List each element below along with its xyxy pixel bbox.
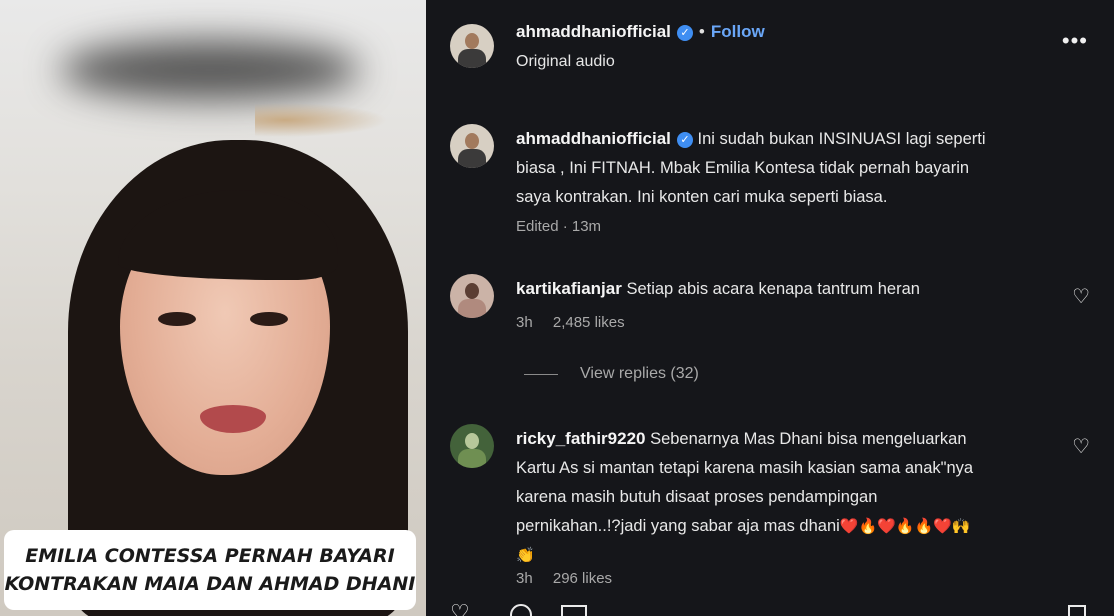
video-caption: EMILIA CONTESSA PERNAH BAYARI KONTRAKAN … (4, 530, 416, 610)
view-replies-label[interactable]: View replies (32) (580, 365, 699, 383)
verified-badge-icon: ✓ (676, 25, 693, 41)
comment-meta: 3h 2,485 likes (516, 314, 625, 331)
heart-action-icon[interactable]: ♡ (450, 600, 470, 616)
comment-text-line-4: pernikahan..!?jadi yang sabar aja mas dh… (516, 517, 840, 535)
comment-time: 3h (516, 570, 533, 587)
comment-username[interactable]: ricky_fathir9220 (516, 429, 645, 448)
save-action-icon[interactable] (1066, 604, 1088, 616)
comment-kartikafianjar: kartikafianjar Setiap abis acara kenapa … (516, 274, 1036, 304)
separator-dot: • (698, 22, 705, 41)
background-wall (255, 100, 405, 140)
comment-text-line-1: Ini sudah bukan INSINUASI lagi seperti (697, 130, 986, 148)
video-player[interactable]: EMILIA CONTESSA PERNAH BAYARI KONTRAKAN … (0, 0, 426, 616)
comment-caption: ahmaddhaniofficial ✓ Ini sudah bukan INSI… (516, 124, 1076, 212)
comment-likes[interactable]: 2,485 likes (553, 314, 625, 331)
comment-username[interactable]: ahmaddhaniofficial (516, 129, 671, 148)
author-username[interactable]: ahmaddhaniofficial (516, 22, 671, 41)
comment-text-line-3: karena masih butuh disaat proses pendamp… (516, 488, 878, 506)
comment-meta: 3h 296 likes (516, 570, 612, 587)
person-eye-right (250, 312, 288, 326)
comment-avatar-author[interactable] (450, 124, 494, 168)
like-heart-icon[interactable]: ♡ (1072, 284, 1090, 309)
comment-avatar-ricky[interactable] (450, 424, 494, 468)
audio-label[interactable]: Original audio (516, 53, 615, 71)
replies-divider (524, 373, 558, 375)
follow-button[interactable]: Follow (711, 22, 765, 41)
caption-line-2: KONTRAKAN MAIA DAN AHMAD DHANI (4, 573, 416, 595)
more-options-icon[interactable]: ••• (1062, 28, 1088, 54)
comment-likes[interactable]: 296 likes (553, 570, 612, 587)
comments-panel: ahmaddhaniofficial ✓ • Follow Original audi… (426, 0, 1114, 616)
caption-line-1: EMILIA CONTESSA PERNAH BAYARI (25, 545, 395, 567)
comment-time: 3h (516, 314, 533, 331)
author-avatar[interactable] (450, 24, 494, 68)
comment-text-line-2: Kartu As si mantan tetapi karena masih k… (516, 459, 974, 477)
post-header: ahmaddhaniofficial ✓ • Follow (516, 22, 765, 42)
comment-text: Setiap abis acara kenapa tantrum heran (626, 280, 920, 298)
comment-avatar-kartikafianjar[interactable] (450, 274, 494, 318)
comment-username[interactable]: kartikafianjar (516, 279, 622, 298)
comment-ricky-fathir9220: ricky_fathir9220 Sebenarnya Mas Dhani bi… (516, 424, 1076, 570)
comment-emoji-line-2: 👏 (516, 546, 535, 564)
blurred-area (60, 40, 360, 100)
verified-badge-icon: ✓ (676, 132, 693, 148)
comment-meta: Edited · 13m (516, 218, 602, 235)
share-action-icon[interactable] (560, 604, 588, 616)
view-replies-link[interactable]: View replies (32) (524, 365, 699, 383)
comment-emojis: ❤️🔥❤️🔥🔥❤️🙌 (839, 517, 971, 535)
like-heart-icon[interactable]: ♡ (1072, 434, 1090, 459)
comment-action-icon[interactable] (508, 602, 534, 616)
comment-text-line-3: saya kontrakan. Ini konten cari muka sep… (516, 188, 888, 206)
comment-text-line-2: biasa , Ini FITNAH. Mbak Emilia Kontesa … (516, 159, 970, 177)
person-eye-left (158, 312, 196, 326)
comment-text-line-1: Sebenarnya Mas Dhani bisa mengeluarkan (650, 430, 967, 448)
